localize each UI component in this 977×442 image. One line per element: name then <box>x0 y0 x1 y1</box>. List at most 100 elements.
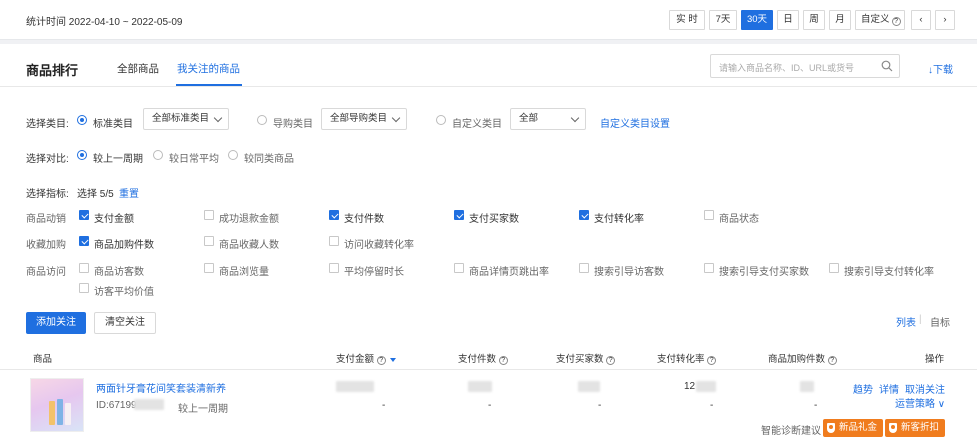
search-input[interactable]: 请输入商品名称、ID、URL或货号 <box>710 54 900 78</box>
radio-guide-category-label: 导购类目 <box>273 119 313 130</box>
add-follow-button[interactable]: 添加关注 <box>26 312 86 334</box>
checkbox-pay-items[interactable] <box>329 210 339 220</box>
product-name-link[interactable]: 两面针牙膏花间笑套装清新养 <box>96 380 226 395</box>
metrics-count: 选择 5/5 <box>77 189 114 200</box>
checkbox-avg-stay[interactable] <box>329 263 339 273</box>
checkbox-product-status-label: 商品状态 <box>719 214 759 225</box>
chevron-down-icon <box>391 113 401 123</box>
help-icon: ? <box>891 17 901 26</box>
search-icon[interactable] <box>881 60 893 72</box>
checkbox-refund-amount[interactable] <box>204 210 214 220</box>
range-month[interactable]: 月 <box>829 10 851 30</box>
checkbox-bounce-rate[interactable] <box>454 263 464 273</box>
radio-standard-category[interactable] <box>77 115 87 125</box>
view-metric-toggle[interactable]: 自标 <box>930 314 950 329</box>
pay-items-redacted <box>468 381 492 392</box>
th-pay-conversion: 支付转化率 ? <box>657 351 717 365</box>
cart-items-redacted <box>800 381 814 392</box>
checkbox-refund-amount-label: 成功退款金额 <box>219 214 279 225</box>
radio-compare-last-period-label: 较上一周期 <box>93 154 143 165</box>
pay-buyers-redacted <box>578 381 600 392</box>
radio-compare-daily-avg[interactable] <box>153 150 163 160</box>
product-thumbnail-tube <box>65 403 71 425</box>
standard-category-select[interactable]: 全部标准类目 <box>143 108 229 130</box>
compare-label: 选择对比: <box>26 154 69 165</box>
help-icon: ? <box>707 356 717 365</box>
range-realtime[interactable]: 实 时 <box>669 10 705 30</box>
guide-category-value: 全部导购类目 <box>330 113 388 124</box>
checkbox-pay-amount-label: 支付金额 <box>94 214 134 225</box>
metrics-reset-link[interactable]: 重置 <box>119 185 139 200</box>
checkbox-visitor-value-label: 访客平均价值 <box>94 287 154 298</box>
chevron-down-icon <box>570 113 580 123</box>
guide-category-select[interactable]: 全部导购类目 <box>321 108 407 130</box>
checkbox-search-visitors[interactable] <box>579 263 589 273</box>
th-pay-items: 支付件数 ? <box>458 351 508 365</box>
tab-followed-products[interactable]: 我关注的商品 <box>177 61 240 76</box>
custom-category-settings-link[interactable]: 自定义类目设置 <box>600 115 670 130</box>
checkbox-search-buyers[interactable] <box>704 263 714 273</box>
custom-category-select[interactable]: 全部 <box>510 108 586 130</box>
new-customer-discount-badge[interactable]: 新客折扣 <box>885 419 946 437</box>
checkbox-pay-conversion[interactable] <box>579 210 589 220</box>
checkbox-pay-buyers[interactable] <box>454 210 464 220</box>
trend-link[interactable]: 趋势 <box>853 381 873 396</box>
radio-guide-category[interactable] <box>257 115 267 125</box>
page-title: 商品排行 <box>26 63 79 78</box>
radio-compare-last-period[interactable] <box>77 150 87 160</box>
detail-link[interactable]: 详情 <box>879 381 899 396</box>
checkbox-search-conversion-label: 搜索引导支付转化率 <box>844 267 934 278</box>
metric-group-visit: 商品访问 <box>26 267 66 278</box>
checkbox-visitors-label: 商品访客数 <box>94 267 144 278</box>
checkbox-pay-buyers-label: 支付买家数 <box>469 214 519 225</box>
view-separator: | <box>919 314 922 325</box>
checkbox-collect-users[interactable] <box>204 236 214 246</box>
next-period-button[interactable]: › <box>935 10 955 30</box>
new-product-gift-badge[interactable]: 新品礼金 <box>823 419 884 437</box>
radio-custom-category-label: 自定义类目 <box>452 119 502 130</box>
checkbox-pageviews[interactable] <box>204 263 214 273</box>
radio-compare-similar[interactable] <box>228 150 238 160</box>
checkbox-product-status[interactable] <box>704 210 714 220</box>
checkbox-pay-conversion-label: 支付转化率 <box>594 214 644 225</box>
th-pay-conversion-label: 支付转化率 <box>657 354 705 365</box>
range-7d[interactable]: 7天 <box>709 10 737 30</box>
pay-conversion-redacted <box>696 381 716 392</box>
download-link[interactable]: ↓下载 <box>928 61 953 76</box>
top-bar: 统计时间 2022-04-10 ~ 2022-05-09 实 时 7天 30天 … <box>0 0 977 40</box>
prev-period-button[interactable]: ‹ <box>911 10 931 30</box>
metric-group-sales: 商品动销 <box>26 214 66 225</box>
product-compare-label: 较上一周期 <box>178 404 228 415</box>
clear-follow-button[interactable]: 清空关注 <box>94 312 156 334</box>
range-custom[interactable]: 自定义? <box>855 10 905 30</box>
cart-items-change: - <box>814 400 818 411</box>
view-list-toggle[interactable]: 列表 <box>896 314 916 329</box>
checkbox-search-conversion[interactable] <box>829 263 839 273</box>
checkbox-visit-collect-rate[interactable] <box>329 236 339 246</box>
sort-desc-icon[interactable] <box>390 358 397 362</box>
product-thumbnail[interactable] <box>30 378 84 432</box>
checkbox-pageviews-label: 商品浏览量 <box>219 267 269 278</box>
strategy-dropdown[interactable]: 运营策略 ∨ <box>895 395 945 410</box>
radio-custom-category[interactable] <box>436 115 446 125</box>
table-header-divider <box>0 369 977 370</box>
checkbox-cart-items[interactable] <box>79 236 89 246</box>
th-pay-buyers-label: 支付买家数 <box>556 354 604 365</box>
pay-conversion-change: - <box>710 400 714 411</box>
metrics-label: 选择指标: <box>26 189 69 200</box>
pay-amount-change: - <box>382 400 386 411</box>
th-pay-amount[interactable]: 支付金额 ? <box>336 351 397 365</box>
range-week[interactable]: 周 <box>803 10 825 30</box>
pay-amount-redacted <box>336 381 374 392</box>
range-30d[interactable]: 30天 <box>741 10 773 30</box>
checkbox-visitors[interactable] <box>79 263 89 273</box>
tab-all-products[interactable]: 全部商品 <box>117 61 159 76</box>
range-day[interactable]: 日 <box>777 10 799 30</box>
unfollow-link[interactable]: 取消关注 <box>905 381 945 396</box>
checkbox-visitor-value[interactable] <box>79 283 89 293</box>
help-icon: ? <box>376 356 386 365</box>
checkbox-pay-amount[interactable] <box>79 210 89 220</box>
th-cart-items: 商品加购件数 ? <box>768 351 837 365</box>
th-product: 商品 <box>33 354 53 365</box>
th-cart-items-label: 商品加购件数 <box>768 354 826 365</box>
